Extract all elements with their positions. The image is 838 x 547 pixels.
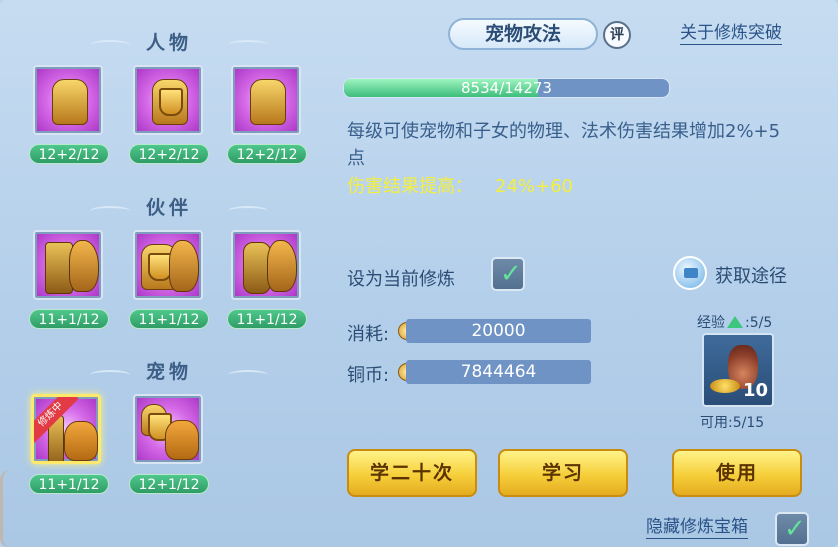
coins-label: 铜币: (347, 365, 390, 386)
swirl-ornament (228, 40, 268, 50)
skill-level-badge: 11+1/12 (129, 309, 209, 329)
decorative-border (0, 470, 22, 547)
skill-tab-title[interactable]: 宠物攻法 (448, 18, 598, 50)
exp-progress-text: 8534/14273 (461, 79, 552, 97)
lion-icon (169, 240, 199, 292)
effect-value: 24%+60 (495, 176, 573, 197)
learn-button[interactable]: 学习 (498, 449, 628, 497)
set-current-checkbox[interactable]: ✓ (491, 257, 525, 291)
exp-potion-slot[interactable]: 10 (702, 333, 774, 407)
gold-coins-icon (710, 379, 740, 393)
use-button[interactable]: 使用 (672, 449, 802, 497)
section-title-character: 人物 (145, 32, 192, 54)
cost-value: 20000 (406, 319, 591, 343)
book-icon[interactable] (673, 256, 707, 290)
section-title-pet: 宠物 (145, 361, 192, 383)
hide-box-label[interactable]: 隐藏修炼宝箱 (646, 516, 748, 539)
learn-twenty-button[interactable]: 学二十次 (347, 449, 477, 497)
section-title-partner: 伙伴 (145, 197, 192, 219)
arrow-up-icon (727, 316, 743, 328)
skill-partner-2[interactable] (133, 230, 203, 300)
lion-icon (69, 240, 99, 292)
skill-character-2[interactable] (133, 65, 203, 135)
cultivation-panel: 人物 12+2/12 12+2/12 12+2/12 伙伴 11+1/12 11… (0, 0, 838, 547)
skill-character-1[interactable] (33, 65, 103, 135)
skill-pet-1[interactable]: 修炼中 (31, 394, 101, 464)
lion-icon (267, 240, 297, 292)
skill-character-3[interactable] (231, 65, 301, 135)
item-exp-label: 经验 (697, 315, 725, 331)
exp-progress-bar: 8534/14273 (343, 78, 670, 98)
skill-pet-2[interactable] (133, 394, 203, 464)
skill-level-badge: 12+2/12 (129, 144, 209, 164)
skill-partner-3[interactable] (231, 230, 301, 300)
cat-icon (165, 420, 199, 460)
skill-level-badge: 11+1/12 (227, 309, 307, 329)
cost-label: 消耗: (347, 324, 390, 345)
swirl-ornament (228, 206, 268, 216)
effect-line: 伤害结果提高： 24%+60 (347, 172, 573, 198)
shield-icon (141, 404, 172, 441)
swirl-ornament (228, 370, 268, 380)
skill-level-badge: 11+1/12 (29, 474, 109, 494)
cat-icon (64, 421, 98, 461)
skill-level-badge: 12+2/12 (29, 144, 109, 164)
item-count: 10 (742, 380, 768, 401)
item-available: 可用:5/15 (700, 415, 765, 431)
item-exp-row: 经验 :5/5 (697, 312, 772, 332)
obtain-link[interactable]: 获取途径 (715, 262, 787, 288)
skill-description: 每级可使宠物和子女的物理、法术伤害结果增加2%+5点 (347, 121, 781, 169)
item-exp-count: :5/5 (745, 315, 773, 331)
skill-level-badge: 12+1/12 (129, 474, 209, 494)
skill-partner-1[interactable] (33, 230, 103, 300)
warrior-icon (52, 79, 88, 125)
shield-warrior-icon (152, 79, 188, 125)
breakthrough-link[interactable]: 关于修炼突破 (680, 22, 782, 45)
checkmark-icon: ✓ (500, 259, 522, 289)
set-current-label: 设为当前修炼 (347, 269, 455, 290)
effect-label: 伤害结果提高： (347, 176, 473, 197)
skill-level-badge: 12+2/12 (227, 144, 307, 164)
checkmark-icon: ✓ (784, 514, 806, 544)
skill-level-badge: 11+1/12 (29, 309, 109, 329)
hide-box-checkbox[interactable]: ✓ (775, 512, 809, 546)
warrior-icon (250, 79, 286, 125)
rate-badge[interactable]: 评 (603, 21, 631, 49)
coins-value: 7844464 (406, 360, 591, 384)
